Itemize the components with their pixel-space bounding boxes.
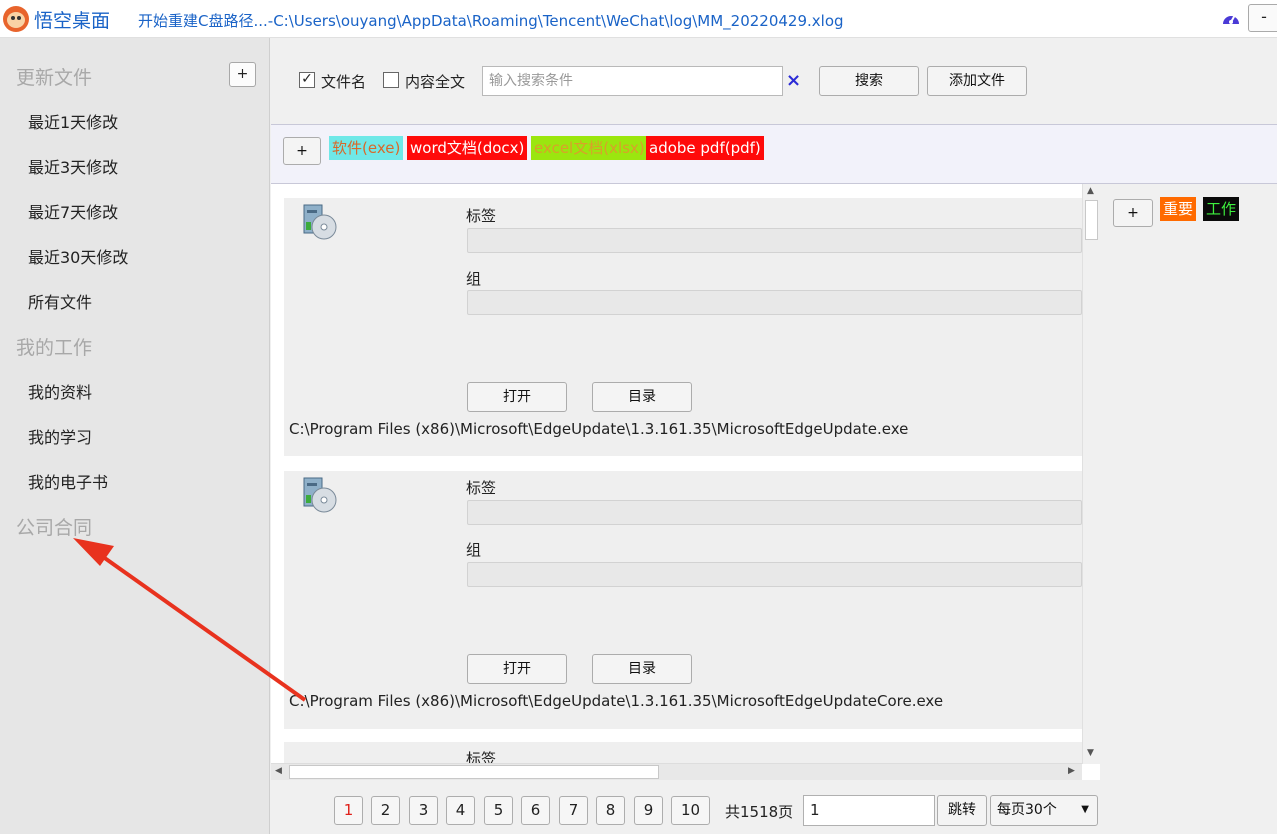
sidebar-item-all-files[interactable]: 所有文件 [28, 289, 92, 313]
scroll-up-icon[interactable]: ▲ [1087, 186, 1094, 196]
total-pages-label: 共1518页 [725, 803, 794, 821]
page-button[interactable]: 2 [371, 796, 400, 825]
chevron-down-icon: ▼ [1081, 804, 1089, 815]
page-button[interactable]: 3 [409, 796, 438, 825]
custom-tag-panel: + 重要 工作 [1100, 184, 1277, 780]
installer-disc-icon [303, 477, 337, 513]
pagination: 1 2 3 4 5 6 7 8 9 10 共1518页 1 跳转 每页30个 ▼ [271, 780, 1277, 834]
jump-button[interactable]: 跳转 [937, 795, 987, 826]
sidebar-item-materials[interactable]: 我的资料 [28, 379, 92, 403]
fulltext-checkbox[interactable] [383, 72, 399, 88]
scroll-right-icon[interactable]: ▶ [1068, 766, 1075, 776]
minimize-button[interactable]: - [1248, 4, 1277, 32]
tag-field-label: 标签 [466, 479, 497, 497]
search-button[interactable]: 搜索 [819, 66, 919, 96]
directory-button[interactable]: 目录 [592, 382, 692, 412]
add-category-button[interactable]: + [229, 62, 256, 87]
tag-pdf[interactable]: adobe pdf(pdf) [646, 136, 764, 160]
file-type-filter-bar: + 软件(exe) word文档(docx) excel文档(xlsx) ado… [271, 124, 1277, 184]
page-button[interactable]: 4 [446, 796, 475, 825]
tag-docx[interactable]: word文档(docx) [407, 136, 528, 160]
file-list: 标签 组 打开 目录 C:\Program Files (x86)\Micros… [271, 184, 1100, 780]
clear-search-icon[interactable]: × [786, 70, 801, 91]
tag-field-label: 标签 [466, 207, 497, 225]
group-field-label: 组 [466, 270, 482, 288]
search-bar: ✓ 文件名 内容全文 × 搜索 添加文件 [271, 38, 1277, 124]
tag-work[interactable]: 工作 [1203, 197, 1240, 221]
file-path: C:\Program Files (x86)\Microsoft\EdgeUpd… [289, 692, 944, 710]
page-button[interactable]: 5 [484, 796, 513, 825]
speedometer-icon[interactable] [1221, 9, 1241, 27]
per-page-select[interactable]: 每页30个 ▼ [990, 795, 1098, 826]
page-button[interactable]: 7 [559, 796, 588, 825]
sidebar-item-30day[interactable]: 最近30天修改 [28, 244, 128, 268]
title-bar: 悟空桌面 开始重建C盘路径...-C:\Users\ouyang\AppData… [0, 0, 1277, 38]
status-text: 开始重建C盘路径...-C:\Users\ouyang\AppData\Roam… [138, 12, 844, 30]
directory-button[interactable]: 目录 [592, 654, 692, 684]
file-card: 标签 组 打开 目录 C:\Program Files (x86)\Micros… [284, 198, 1082, 456]
sidebar-heading-work[interactable]: 我的工作 [16, 333, 92, 360]
horizontal-scrollbar[interactable]: ◀ ▶ [271, 763, 1082, 780]
page-button[interactable]: 8 [596, 796, 625, 825]
page-button[interactable]: 9 [634, 796, 663, 825]
sidebar-item-1day[interactable]: 最近1天修改 [28, 109, 118, 133]
tag-field[interactable] [467, 500, 1082, 525]
tag-exe[interactable]: 软件(exe) [329, 136, 404, 160]
add-file-type-button[interactable]: + [283, 137, 321, 165]
scroll-down-icon[interactable]: ▼ [1087, 748, 1094, 758]
sidebar-item-3day[interactable]: 最近3天修改 [28, 154, 118, 178]
vertical-scrollbar[interactable]: ▲ ▼ [1082, 184, 1100, 764]
page-button-current[interactable]: 1 [334, 796, 363, 825]
installer-disc-icon [303, 204, 337, 240]
search-input[interactable] [482, 66, 783, 96]
open-button[interactable]: 打开 [467, 382, 567, 412]
tag-xlsx[interactable]: excel文档(xlsx) [531, 136, 648, 160]
filename-checkbox-label: 文件名 [321, 73, 367, 91]
fulltext-checkbox-label: 内容全文 [405, 73, 466, 91]
horizontal-scroll-thumb[interactable] [289, 765, 659, 779]
add-custom-tag-button[interactable]: + [1113, 199, 1153, 227]
jump-page-input[interactable]: 1 [803, 795, 935, 826]
file-path: C:\Program Files (x86)\Microsoft\EdgeUpd… [289, 420, 909, 438]
scroll-left-icon[interactable]: ◀ [275, 766, 282, 776]
sidebar-item-ebooks[interactable]: 我的电子书 [28, 469, 108, 493]
page-button[interactable]: 6 [521, 796, 550, 825]
app-title: 悟空桌面 [34, 10, 111, 32]
tag-field[interactable] [467, 228, 1082, 253]
group-field-label: 组 [466, 541, 482, 559]
group-field[interactable] [467, 290, 1082, 315]
page-button[interactable]: 10 [671, 796, 710, 825]
filename-checkbox[interactable]: ✓ [299, 72, 315, 88]
file-card: 标签 组 打开 目录 C:\Program Files (x86)\Micros… [284, 471, 1082, 729]
group-field[interactable] [467, 562, 1082, 587]
per-page-value: 每页30个 [997, 802, 1057, 818]
sidebar-item-study[interactable]: 我的学习 [28, 424, 92, 448]
sidebar: 更新文件 + 最近1天修改 最近3天修改 最近7天修改 最近30天修改 所有文件… [0, 38, 270, 834]
vertical-scroll-thumb[interactable] [1085, 200, 1098, 240]
sidebar-heading-contracts[interactable]: 公司合同 [16, 513, 92, 540]
add-file-button[interactable]: 添加文件 [927, 66, 1027, 96]
sidebar-item-7day[interactable]: 最近7天修改 [28, 199, 118, 223]
tag-important[interactable]: 重要 [1160, 197, 1197, 221]
sidebar-heading-updates[interactable]: 更新文件 [16, 63, 92, 90]
app-logo-icon [3, 6, 29, 32]
open-button[interactable]: 打开 [467, 654, 567, 684]
